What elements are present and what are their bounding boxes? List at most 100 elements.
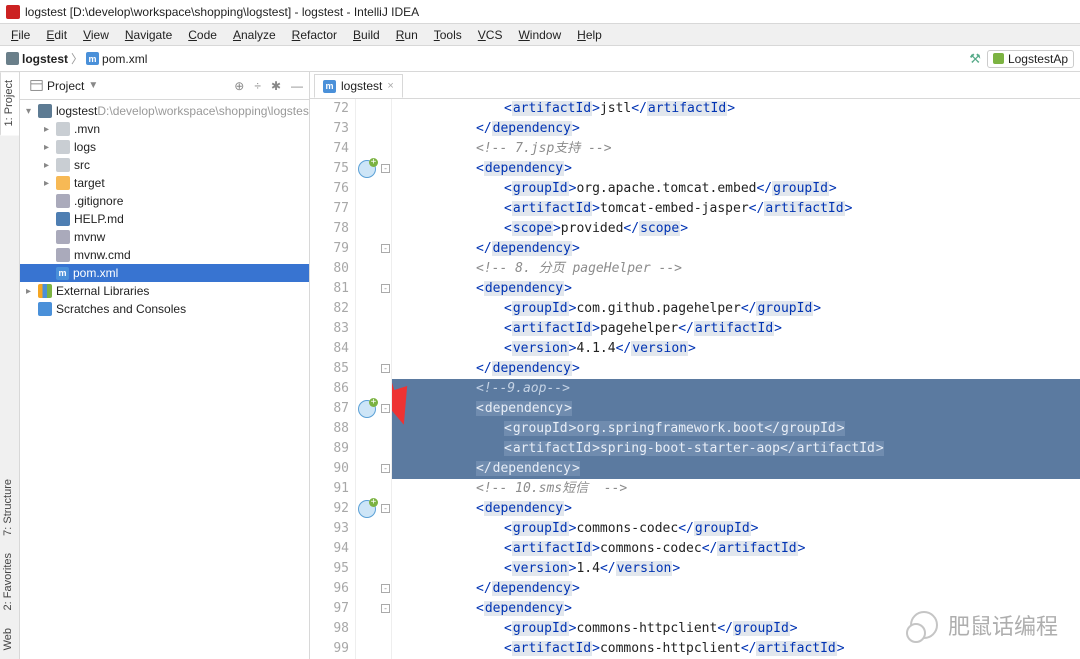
code-line[interactable]: </dependency> <box>392 119 1080 139</box>
menu-file[interactable]: File <box>4 26 37 44</box>
line-number[interactable]: 72 <box>310 99 349 119</box>
code-line[interactable]: </dependency> <box>392 579 1080 599</box>
code-line[interactable]: <groupId>com.github.pagehelper</groupId> <box>392 299 1080 319</box>
tree-node[interactable]: ▸target <box>20 174 309 192</box>
menu-code[interactable]: Code <box>181 26 224 44</box>
scroll-target-icon[interactable]: ⊕ <box>234 79 244 93</box>
code-line[interactable]: <!--9.aop--> <box>392 379 1080 399</box>
line-number[interactable]: 76 <box>310 179 349 199</box>
expand-icon[interactable]: ▸ <box>26 286 38 297</box>
line-number[interactable]: 99 <box>310 639 349 659</box>
code-line[interactable]: <artifactId>jstl</artifactId> <box>392 99 1080 119</box>
tool-tab-project[interactable]: 1: Project <box>0 72 19 135</box>
line-number[interactable]: 98 <box>310 619 349 639</box>
line-number[interactable]: 88 <box>310 419 349 439</box>
collapse-icon[interactable]: ÷ <box>254 79 261 93</box>
close-icon[interactable]: × <box>387 80 393 92</box>
code-area[interactable]: <artifactId>jstl</artifactId></dependenc… <box>392 99 1080 659</box>
fold-icon[interactable]: - <box>381 404 390 413</box>
tool-tab-web[interactable]: Web <box>0 620 19 659</box>
gutter-run-icon[interactable] <box>358 400 376 418</box>
tree-node[interactable]: ▸src <box>20 156 309 174</box>
menu-build[interactable]: Build <box>346 26 387 44</box>
fold-icon[interactable]: - <box>381 584 390 593</box>
line-number[interactable]: 82 <box>310 299 349 319</box>
build-icon[interactable]: ⚒ <box>969 51 981 67</box>
menu-view[interactable]: View <box>76 26 116 44</box>
code-line[interactable]: <dependency> <box>392 279 1080 299</box>
tool-tab-favorites[interactable]: 2: Favorites <box>0 545 19 619</box>
line-number[interactable]: 89 <box>310 439 349 459</box>
tree-node[interactable]: mvnw.cmd <box>20 246 309 264</box>
line-number[interactable]: 86 <box>310 379 349 399</box>
line-number[interactable]: 81 <box>310 279 349 299</box>
code-line[interactable]: <artifactId>pagehelper</artifactId> <box>392 319 1080 339</box>
expand-icon[interactable]: ▾ <box>26 106 38 117</box>
tree-node[interactable]: ▸logs <box>20 138 309 156</box>
gutter-run-icon[interactable] <box>358 160 376 178</box>
tree-node[interactable]: ▾logstest D:\develop\workspace\shopping\… <box>20 102 309 120</box>
code-line[interactable]: <dependency> <box>392 159 1080 179</box>
line-number[interactable]: 92 <box>310 499 349 519</box>
run-config-selector[interactable]: LogstestAp <box>987 50 1074 68</box>
line-number[interactable]: 83 <box>310 319 349 339</box>
code-line[interactable]: <groupId>org.springframework.boot</group… <box>392 419 1080 439</box>
gear-icon[interactable]: ✱ <box>271 79 281 93</box>
line-number[interactable]: 77 <box>310 199 349 219</box>
gutter-run-icon[interactable] <box>358 500 376 518</box>
code-line[interactable]: <artifactId>commons-codec</artifactId> <box>392 539 1080 559</box>
line-number[interactable]: 87 <box>310 399 349 419</box>
code-line[interactable]: <dependency> <box>392 399 1080 419</box>
line-number[interactable]: 96 <box>310 579 349 599</box>
tree-node[interactable]: mpom.xml <box>20 264 309 282</box>
line-number[interactable]: 85 <box>310 359 349 379</box>
code-line[interactable]: </dependency> <box>392 239 1080 259</box>
expand-icon[interactable]: ▸ <box>44 124 56 135</box>
code-line[interactable]: <version>1.4</version> <box>392 559 1080 579</box>
menu-edit[interactable]: Edit <box>39 26 74 44</box>
project-tree[interactable]: ▾logstest D:\develop\workspace\shopping\… <box>20 100 309 318</box>
code-line[interactable]: </dependency> <box>392 459 1080 479</box>
tree-node[interactable]: ▸External Libraries <box>20 282 309 300</box>
tree-node[interactable]: .gitignore <box>20 192 309 210</box>
code-line[interactable]: <!-- 8. 分页 pageHelper --> <box>392 259 1080 279</box>
tree-node[interactable]: HELP.md <box>20 210 309 228</box>
fold-icon[interactable]: - <box>381 284 390 293</box>
code-line[interactable]: <scope>provided</scope> <box>392 219 1080 239</box>
line-number[interactable]: 93 <box>310 519 349 539</box>
code-line[interactable]: </dependency> <box>392 359 1080 379</box>
menu-navigate[interactable]: Navigate <box>118 26 179 44</box>
project-view-selector[interactable]: Project ▼ <box>26 77 102 95</box>
breadcrumb-project[interactable]: logstest <box>22 52 68 66</box>
tool-tab-structure[interactable]: 7: Structure <box>0 471 19 545</box>
menu-window[interactable]: Window <box>511 26 568 44</box>
tree-node[interactable]: Scratches and Consoles <box>20 300 309 318</box>
code-line[interactable]: <groupId>org.apache.tomcat.embed</groupI… <box>392 179 1080 199</box>
code-line[interactable]: <groupId>commons-codec</groupId> <box>392 519 1080 539</box>
menu-analyze[interactable]: Analyze <box>226 26 283 44</box>
fold-icon[interactable]: - <box>381 504 390 513</box>
code-line[interactable]: <artifactId>tomcat-embed-jasper</artifac… <box>392 199 1080 219</box>
tree-node[interactable]: ▸.mvn <box>20 120 309 138</box>
line-number[interactable]: 84 <box>310 339 349 359</box>
line-number[interactable]: 74 <box>310 139 349 159</box>
hide-icon[interactable]: — <box>291 79 303 93</box>
code-line[interactable]: <artifactId>commons-httpclient</artifact… <box>392 639 1080 659</box>
line-number[interactable]: 90 <box>310 459 349 479</box>
fold-column[interactable]: --------- <box>380 99 392 659</box>
line-number[interactable]: 75 <box>310 159 349 179</box>
menu-run[interactable]: Run <box>389 26 425 44</box>
code-line[interactable]: <dependency> <box>392 499 1080 519</box>
line-number[interactable]: 91 <box>310 479 349 499</box>
expand-icon[interactable]: ▸ <box>44 142 56 153</box>
fold-icon[interactable]: - <box>381 464 390 473</box>
expand-icon[interactable]: ▸ <box>44 178 56 189</box>
code-line[interactable]: <artifactId>spring-boot-starter-aop</art… <box>392 439 1080 459</box>
code-line[interactable]: <!-- 7.jsp支持 --> <box>392 139 1080 159</box>
code-line[interactable]: <!-- 10.sms短信 --> <box>392 479 1080 499</box>
code-line[interactable]: <version>4.1.4</version> <box>392 339 1080 359</box>
fold-icon[interactable]: - <box>381 244 390 253</box>
line-number[interactable]: 97 <box>310 599 349 619</box>
editor-body[interactable]: 7273747576777879808182838485868788899091… <box>310 99 1080 659</box>
line-gutter[interactable]: 7273747576777879808182838485868788899091… <box>310 99 356 659</box>
